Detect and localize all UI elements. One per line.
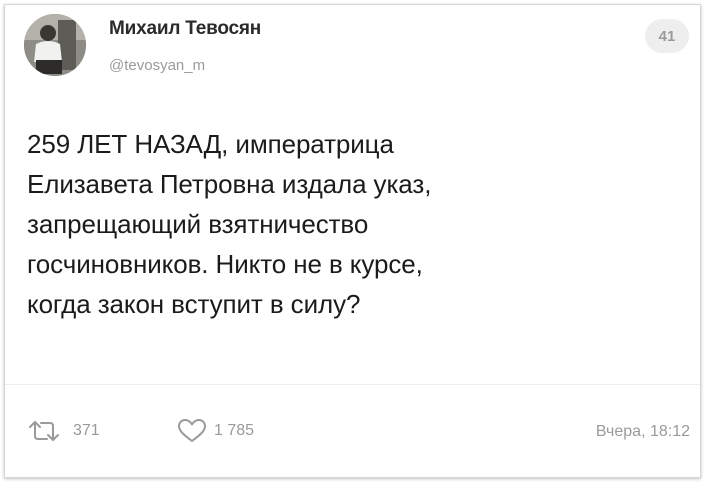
- repost-button[interactable]: 371: [27, 417, 100, 445]
- repost-icon: [29, 421, 59, 441]
- heart-icon: [178, 419, 206, 442]
- avatar-photo-icon: [24, 14, 86, 76]
- timestamp: Вчера, 18:12: [595, 423, 690, 440]
- repost-count: 371: [73, 422, 100, 439]
- like-button[interactable]: 1 785: [177, 417, 254, 445]
- avatar[interactable]: [24, 14, 86, 76]
- counter-badge[interactable]: 41: [645, 19, 689, 53]
- author-name[interactable]: Михаил Тевосян: [109, 18, 261, 40]
- post-card: Михаил Тевосян @tevosyan_m 41 259 ЛЕТ НА…: [4, 4, 701, 478]
- divider: [5, 384, 700, 385]
- post-text: 259 ЛЕТ НАЗАД, императрица Елизавета Пет…: [27, 129, 432, 319]
- like-count: 1 785: [214, 422, 255, 439]
- author-handle[interactable]: @tevosyan_m: [109, 57, 205, 74]
